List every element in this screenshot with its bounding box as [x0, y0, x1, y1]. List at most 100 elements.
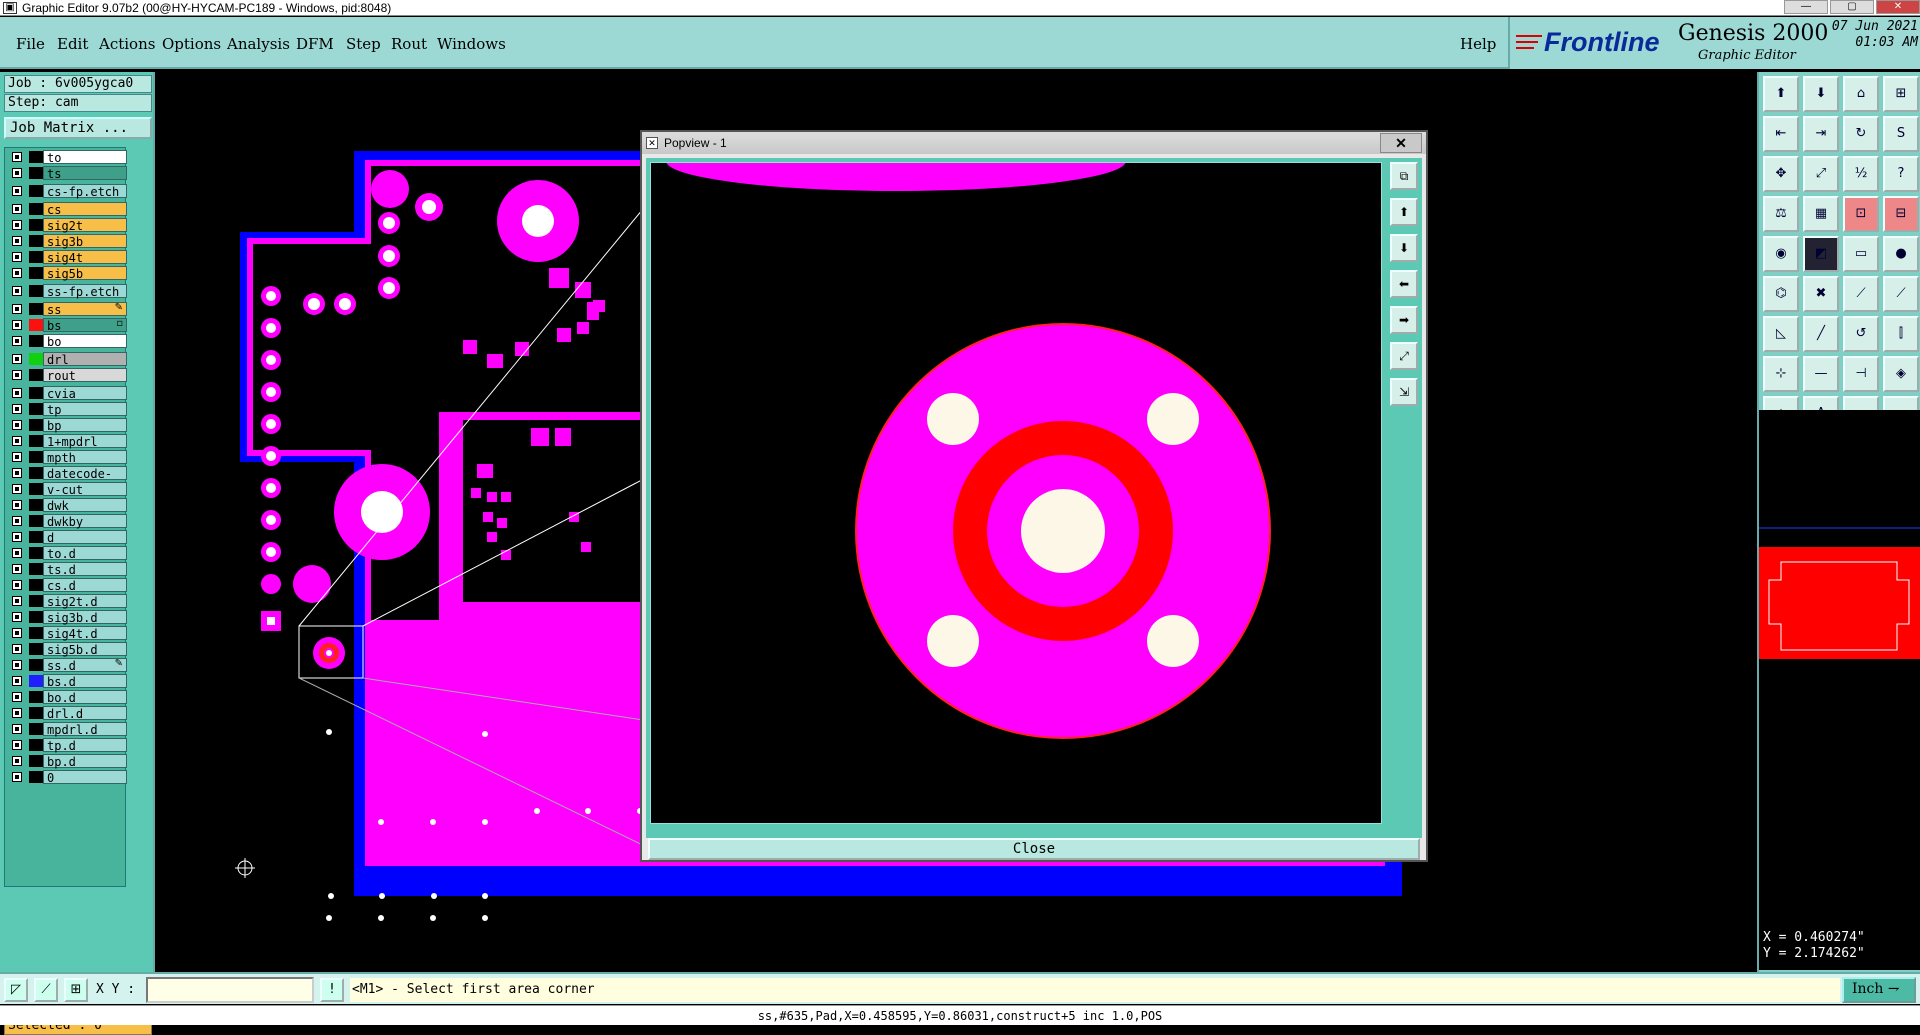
- pad-icon[interactable]: ●: [1883, 236, 1919, 272]
- layer-color-swatch[interactable]: [29, 547, 43, 559]
- layer-color-swatch[interactable]: [29, 531, 43, 543]
- ruler-icon[interactable]: ▭: [1843, 236, 1879, 272]
- layer-name[interactable]: to.d: [43, 546, 127, 561]
- layer-checkbox[interactable]: [12, 756, 22, 766]
- layer-color-swatch[interactable]: [29, 267, 43, 279]
- layer-checkbox[interactable]: [12, 320, 22, 330]
- layer-row[interactable]: sig2t: [7, 218, 127, 233]
- layer-name[interactable]: sig2t: [43, 218, 127, 233]
- layer-color-swatch[interactable]: [29, 303, 43, 315]
- layer-name[interactable]: sig3b: [43, 234, 127, 249]
- layer-name[interactable]: bp.d: [43, 754, 127, 769]
- layer-name[interactable]: rout: [43, 368, 127, 383]
- layer-checkbox[interactable]: [12, 268, 22, 278]
- layer-color-swatch[interactable]: [29, 659, 43, 671]
- layer-name[interactable]: bs.d: [43, 674, 127, 689]
- dimension-icon[interactable]: ⊣: [1843, 356, 1879, 392]
- menu-step[interactable]: Step: [346, 35, 381, 53]
- layer-row[interactable]: bs.d: [7, 674, 127, 689]
- popview-left-button[interactable]: ⬅: [1390, 270, 1418, 298]
- layer-name[interactable]: dwkby: [43, 514, 127, 529]
- layer-name[interactable]: cs: [43, 202, 127, 217]
- popview-zoom-in-button[interactable]: ⤢: [1390, 342, 1418, 370]
- layer-color-swatch[interactable]: [29, 451, 43, 463]
- layer-name[interactable]: sig5b.d: [43, 642, 127, 657]
- layer-checkbox[interactable]: [12, 452, 22, 462]
- layer-color-swatch[interactable]: [29, 467, 43, 479]
- window-close-button[interactable]: ✕: [1876, 0, 1920, 14]
- layer-color-swatch[interactable]: [29, 771, 43, 783]
- layer-name[interactable]: mpth: [43, 450, 127, 465]
- layer-row[interactable]: sig5b.d: [7, 642, 127, 657]
- layer-checkbox[interactable]: [12, 236, 22, 246]
- popview-down-button[interactable]: ⬇: [1390, 234, 1418, 262]
- layer-name[interactable]: mpdrl.d: [43, 722, 127, 737]
- layer-checkbox[interactable]: [12, 304, 22, 314]
- layer-name[interactable]: datecode-to: [43, 466, 127, 495]
- layer-checkbox[interactable]: [12, 500, 22, 510]
- home-icon[interactable]: ⌂: [1843, 76, 1879, 112]
- layer-name[interactable]: ts.d: [43, 562, 127, 577]
- move-icon[interactable]: ⊹: [1763, 356, 1799, 392]
- layer-checkbox[interactable]: [12, 772, 22, 782]
- layer-color-swatch[interactable]: [29, 611, 43, 623]
- menu-help[interactable]: Help: [1460, 35, 1496, 53]
- units-selector[interactable]: Inch ⇁: [1842, 977, 1916, 1003]
- layer-checkbox[interactable]: [12, 354, 22, 364]
- popview-canvas[interactable]: [650, 162, 1382, 824]
- layer-checkbox[interactable]: [12, 628, 22, 638]
- layer-name[interactable]: to: [43, 150, 127, 165]
- layer-color-swatch[interactable]: [29, 483, 43, 495]
- layer-row[interactable]: ts.d: [7, 562, 127, 577]
- layer-name[interactable]: sig5b: [43, 266, 127, 281]
- layer-name[interactable]: bp: [43, 418, 127, 433]
- layers-icon[interactable]: ◈: [1883, 356, 1919, 392]
- layer-color-swatch[interactable]: [29, 563, 43, 575]
- layer-color-swatch[interactable]: [29, 235, 43, 247]
- layer-color-swatch[interactable]: [29, 335, 43, 347]
- rotate-icon[interactable]: ↻: [1843, 116, 1879, 152]
- layer-color-swatch[interactable]: [29, 755, 43, 767]
- horizontal-line-icon[interactable]: —: [1803, 356, 1839, 392]
- layer-color-swatch[interactable]: [29, 691, 43, 703]
- layer-color-swatch[interactable]: [29, 387, 43, 399]
- popview-zoom-out-button[interactable]: ⇲: [1390, 378, 1418, 406]
- diagonal-icon[interactable]: ╱: [1803, 316, 1839, 352]
- popview-up-button[interactable]: ⬆: [1390, 198, 1418, 226]
- layer-name[interactable]: drl: [43, 352, 127, 367]
- layer-checkbox[interactable]: [12, 186, 22, 196]
- layer-row[interactable]: sig5b: [7, 266, 127, 281]
- grid-icon[interactable]: ▦: [1803, 196, 1839, 232]
- layer-color-swatch[interactable]: [29, 251, 43, 263]
- layer-checkbox[interactable]: [12, 644, 22, 654]
- layer-row[interactable]: 1+mpdrl: [7, 434, 127, 449]
- layer-color-swatch[interactable]: [29, 579, 43, 591]
- menu-analysis[interactable]: Analysis: [227, 35, 290, 53]
- layer-checkbox[interactable]: [12, 436, 22, 446]
- layer-checkbox[interactable]: [12, 370, 22, 380]
- layer-color-swatch[interactable]: [29, 707, 43, 719]
- layer-color-swatch[interactable]: [29, 419, 43, 431]
- zoom-down-icon[interactable]: ⬇: [1803, 76, 1839, 112]
- arc-icon[interactable]: ↺: [1843, 316, 1879, 352]
- layer-row[interactable]: sig3b: [7, 234, 127, 249]
- layer-name[interactable]: cvia: [43, 386, 127, 401]
- align-icon[interactable]: ⫿: [1883, 316, 1919, 352]
- layer-row[interactable]: drl: [7, 352, 127, 367]
- layer-name[interactable]: sig4t.d: [43, 626, 127, 641]
- layer-checkbox[interactable]: [12, 708, 22, 718]
- layer-row[interactable]: dwk: [7, 498, 127, 513]
- measure-icon[interactable]: ⚖: [1763, 196, 1799, 232]
- layer-row[interactable]: cs: [7, 202, 127, 217]
- layer-row[interactable]: sig2t.d: [7, 594, 127, 609]
- layer-name[interactable]: cs.d: [43, 578, 127, 593]
- layer-row[interactable]: bp: [7, 418, 127, 433]
- popview-close-x[interactable]: ✕: [1380, 133, 1422, 153]
- layer-color-swatch[interactable]: [29, 167, 43, 179]
- job-matrix-button[interactable]: Job Matrix ...: [4, 117, 152, 139]
- feature-select-icon[interactable]: ◉: [1763, 236, 1799, 272]
- layer-checkbox[interactable]: [12, 580, 22, 590]
- grid-snap-icon[interactable]: ⊞: [64, 978, 88, 1002]
- layer-name[interactable]: drl.d: [43, 706, 127, 721]
- layer-row[interactable]: bo: [7, 334, 127, 349]
